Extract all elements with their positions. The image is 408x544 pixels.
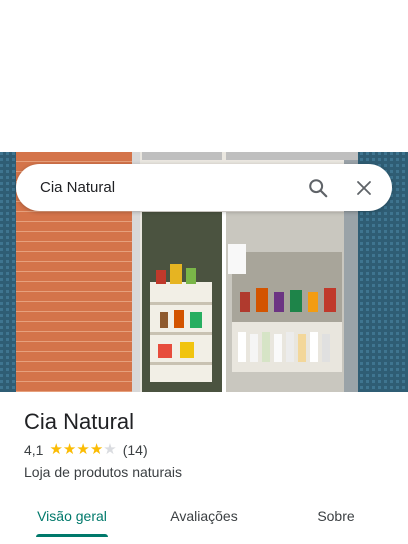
search-input[interactable]: Cia Natural: [40, 179, 298, 196]
close-icon[interactable]: [344, 168, 384, 208]
star-icon: ★: [89, 441, 104, 458]
place-title: Cia Natural: [24, 409, 135, 434]
star-icon: ★: [76, 441, 90, 458]
search-icon[interactable]: [298, 168, 338, 208]
star-icon: ★: [49, 441, 63, 458]
place-category[interactable]: Loja de produtos naturais: [24, 464, 394, 480]
star-icon: ★: [103, 441, 117, 458]
rating-row[interactable]: 4,1 ★ ★ ★ ★ ★ (14): [24, 442, 394, 459]
place-info: Cia Natural 4,1 ★ ★ ★ ★ ★ (14) Loja de p…: [24, 408, 394, 480]
tab-reviews[interactable]: Avaliações: [148, 496, 260, 536]
rating-value: 4,1: [24, 442, 44, 458]
star-icon: ★: [62, 441, 77, 458]
search-bar[interactable]: Cia Natural: [16, 164, 392, 211]
star-rating: ★ ★ ★ ★ ★: [49, 442, 116, 458]
tab-bar: Visão geral Avaliações Sobre: [0, 496, 408, 544]
tab-about[interactable]: Sobre: [280, 496, 392, 536]
review-count[interactable]: (14): [123, 442, 148, 458]
active-tab-indicator: [36, 534, 108, 537]
tab-overview[interactable]: Visão geral: [16, 496, 128, 536]
